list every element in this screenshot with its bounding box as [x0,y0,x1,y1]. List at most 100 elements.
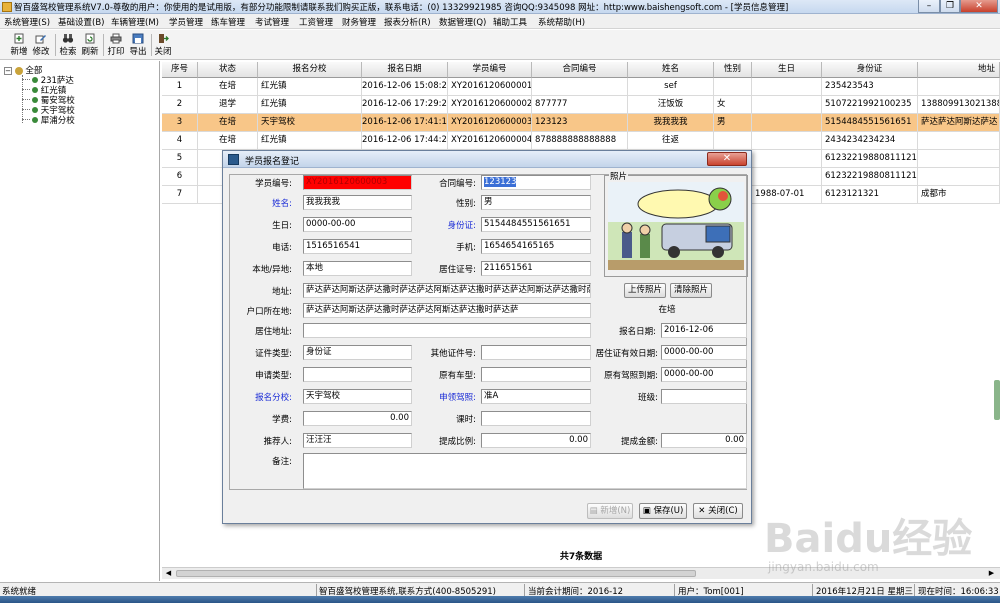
local-field[interactable]: 本地 [303,261,412,276]
birthday-field[interactable]: 0000-00-00 [303,217,412,232]
residence-valid-field[interactable]: 0000-00-00 [661,345,747,360]
id-card-field[interactable]: 5154484551561651 [481,217,591,232]
apply-type-field[interactable] [303,367,412,382]
scroll-left-icon[interactable]: ◀ [164,569,173,578]
cell-date: 2016-12-06 17:44:25 [362,132,448,150]
menu-practice[interactable]: 练车管理 [211,16,245,28]
license-field[interactable]: 准A [481,389,591,404]
contract-no-field[interactable]: 123123 [481,175,591,190]
edit-button[interactable]: 修改 [30,32,52,58]
dialog-add-button[interactable]: ▤ 新增(N) [587,503,633,519]
name-field[interactable]: 我我我我 [303,195,412,210]
cell-name: sef [628,78,714,96]
menu-help[interactable]: 系统帮助(H) [538,16,585,28]
address-field[interactable]: 萨达萨达阿斯达萨达撒时萨达萨达阿斯达萨达撒时萨达萨达阿斯达萨达撒时萨达萨达阿斯达… [303,283,591,298]
residence-no-field[interactable]: 211651561 [481,261,591,276]
menu-system[interactable]: 系统管理(S) [4,16,50,28]
col-header-gender[interactable]: 性别 [714,62,752,78]
id-type-field[interactable]: 身份证 [303,345,412,360]
col-header-status[interactable]: 状态 [198,62,258,78]
close-button[interactable]: 关闭 [152,32,174,58]
add-icon: ▤ [589,506,601,516]
col-header-name[interactable]: 姓名 [628,62,714,78]
col-header-branch[interactable]: 报名分校 [258,62,362,78]
table-row[interactable]: 2 退学 红光镇 2016-12-06 17:29:29 XY2016120600002… [162,96,1000,114]
search-button[interactable]: 检索 [57,32,79,58]
cell-name: 我我我我 [628,114,714,132]
dialog-close-action-button[interactable]: ✕ 关闭(C) [693,503,743,519]
cell-birthday [752,132,822,150]
window-close-button[interactable]: ✕ [960,0,998,13]
print-button[interactable]: 打印 [105,32,127,58]
commission-rate-field[interactable]: 0.00 [481,433,591,448]
dialog-add-label: 新增(N) [600,506,631,516]
upload-photo-button[interactable]: 上传照片 [624,283,666,298]
floppy-icon: ▣ [642,506,654,516]
scroll-thumb[interactable] [176,570,696,577]
living-address-field[interactable] [303,323,591,338]
commission-amount-field[interactable]: 0.00 [661,433,747,448]
other-id-field[interactable] [481,345,591,360]
cell-no: 2 [162,96,198,114]
tuition-field[interactable]: 0.00 [303,411,412,426]
menu-tools[interactable]: 辅助工具 [493,16,527,28]
cell-no: 1 [162,78,198,96]
cell-student-no: XY2016120600004 [448,132,532,150]
window-title: 智百盛驾校管理系统V7.0-尊敬的用户：你使用的是试用版，有部分功能限制请联系我… [14,3,789,13]
label-student-no: 学员编号: [255,179,292,189]
branch-field[interactable]: 天宇驾校 [303,389,412,404]
dialog-title: 学员报名登记 [245,157,300,167]
gender-field[interactable]: 男 [481,195,591,210]
col-header-birthday[interactable]: 生日 [752,62,822,78]
menu-vehicles[interactable]: 车辆管理(M) [111,16,159,28]
menu-students[interactable]: 学员管理 [169,16,203,28]
menu-reports[interactable]: 报表分析(R) [384,16,431,28]
col-header-no[interactable]: 序号 [162,62,198,78]
col-header-address[interactable]: 地址 [918,62,1000,78]
label-commission-rate: 提成比例: [439,437,476,447]
enroll-date-field[interactable]: 2016-12-06 [661,323,747,338]
table-row[interactable]: 4 在培 红光镇 2016-12-06 17:44:25 XY2016120600004… [162,132,1000,150]
cell-student-no: XY2016120600003 [448,114,532,132]
cell-branch: 天宇驾校 [258,114,362,132]
photo-frame: 照片 [604,170,748,277]
menu-exams[interactable]: 考试管理 [255,16,289,28]
menu-finance[interactable]: 财务管理 [342,16,376,28]
refresh-button[interactable]: 刷新 [79,32,101,58]
export-button[interactable]: 导出 [127,32,149,58]
tree-item-xipu[interactable]: 犀浦分校 [32,114,75,126]
col-header-student-no[interactable]: 学员编号 [448,62,532,78]
label-living-address: 居住地址: [255,327,292,337]
mobile-field[interactable]: 1654654165165 [481,239,591,254]
student-no-field[interactable]: XY2016120600003 [303,175,412,190]
hukou-field[interactable]: 萨达萨达阿斯达萨达撒时萨达萨达阿斯达萨达撒时萨达萨 [303,303,591,318]
menu-data[interactable]: 数据管理(Q) [439,16,486,28]
remarks-field[interactable] [303,453,747,489]
cell-gender: 女 [714,96,752,114]
dialog-close-label: 关闭(C) [708,506,738,516]
phone-field[interactable]: 1516516541 [303,239,412,254]
hours-field[interactable] [481,411,591,426]
export-icon [132,33,144,44]
class-field[interactable] [661,389,747,404]
col-header-date[interactable]: 报名日期 [362,62,448,78]
enrollment-status: 在培 [658,305,676,315]
branch-icon [32,107,38,113]
referrer-field[interactable]: 汪汪汪 [303,433,412,448]
orig-vehicle-field[interactable] [481,367,591,382]
maximize-button[interactable]: ❐ [940,0,960,13]
table-row[interactable]: 3 在培 天宇驾校 2016-12-06 17:41:11 XY201612060000… [162,114,1000,132]
cell-address [918,78,1000,96]
col-header-id[interactable]: 身份证 [822,62,918,78]
menu-salary[interactable]: 工资管理 [299,16,333,28]
minimize-button[interactable]: – [918,0,940,13]
orig-license-due-field[interactable]: 0000-00-00 [661,367,747,382]
table-row[interactable]: 1 在培 红光镇 2016-12-06 15:08:20 XY2016120600001… [162,78,1000,96]
new-button[interactable]: 新增 [8,32,30,58]
col-header-contract[interactable]: 合同编号 [532,62,628,78]
side-widget[interactable] [994,380,1000,420]
clear-photo-button[interactable]: 清除照片 [670,283,712,298]
dialog-close-button[interactable]: ✕ [707,152,747,166]
menu-basic-settings[interactable]: 基础设置(B) [58,16,104,28]
dialog-save-button[interactable]: ▣ 保存(U) [639,503,687,519]
